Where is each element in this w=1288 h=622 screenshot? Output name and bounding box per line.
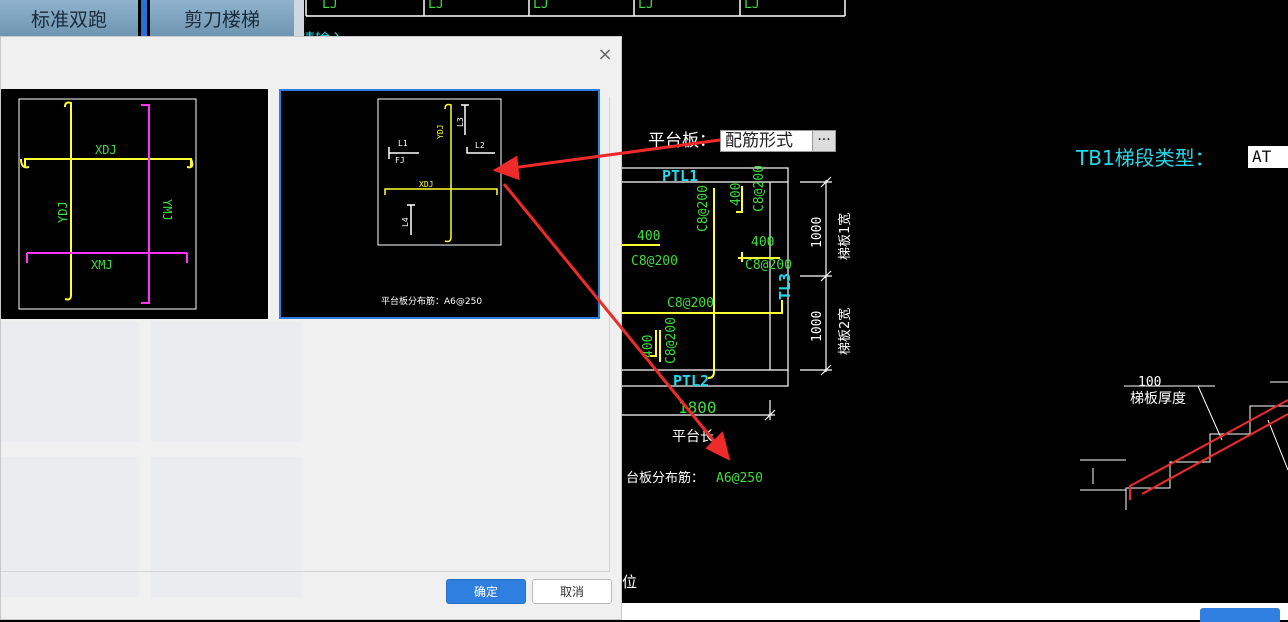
rebar-spec: C8@200 — [696, 185, 711, 232]
rebar-spec: C8@200 — [752, 165, 767, 212]
dim-100: 100 — [1138, 375, 1161, 390]
tab-standard-double-run[interactable]: 标准双跑 — [0, 0, 138, 36]
table-cell: LJ — [533, 0, 549, 12]
rebar-spec: C8@200 — [667, 296, 714, 311]
rebar-form-dialog: × XDJ XMJ YDJ YMJ L1 FJ L2 L3 L4 XDJ YDJ… — [0, 36, 622, 620]
tb1-type-field[interactable]: AT — [1248, 146, 1288, 168]
rebar-spec: C8@200 — [664, 317, 679, 364]
tl3-label: TL3 — [776, 273, 794, 300]
platform-plan-frame — [609, 167, 832, 421]
thumb1-label-top: XDJ — [95, 143, 117, 157]
width-label: 梯板1宽 — [837, 213, 853, 260]
platform-rebar-form-value: 配筋形式 — [725, 131, 793, 151]
rebar-form-1-diagram: XDJ XMJ YDJ YMJ — [18, 98, 197, 310]
thumb2-caption: 平台板分布筋：A6@250 — [381, 295, 482, 307]
thumb1-label-bottom: XMJ — [91, 258, 113, 272]
bottom-status-strip — [622, 603, 1288, 620]
thickness-label: 梯板厚度 — [1130, 391, 1186, 407]
table-cell: LJ — [428, 0, 444, 12]
cancel-button[interactable]: 取消 — [532, 579, 612, 604]
table-cell: LJ — [744, 0, 760, 12]
confirm-button[interactable]: 确定 — [446, 579, 526, 604]
ghost-panel — [151, 457, 301, 597]
thumb2-label-l1: L1 — [398, 139, 408, 148]
dim-400: 400 — [637, 229, 660, 244]
ptl1-label: PTL1 — [662, 167, 698, 185]
ghost-panel — [1, 457, 139, 597]
rebar-form-2-diagram: L1 FJ L2 L3 L4 XDJ YDJ 平台板分布筋：A6@250 — [377, 98, 502, 307]
platform-rebar-form-field[interactable]: 配筋形式 ··· — [720, 130, 836, 152]
platform-label: 平台板： — [648, 131, 716, 151]
close-icon[interactable]: × — [597, 46, 613, 64]
dim-400: 400 — [641, 335, 656, 358]
thumb2-label-l3: L3 — [456, 117, 465, 127]
table-cell: LJ — [638, 0, 654, 12]
dialog-scroll-edge — [609, 97, 610, 572]
more-options-button[interactable]: ··· — [812, 131, 835, 151]
thumb2-label-ydj: YDJ — [436, 125, 445, 139]
dim-1000: 1000 — [810, 217, 825, 248]
thumb2-label-l4: L4 — [401, 217, 410, 227]
thumb1-label-left: YDJ — [56, 201, 70, 223]
platform-width-label: 平台长 — [672, 429, 714, 445]
thumb2-label-fj: FJ — [395, 156, 405, 165]
width-label: 梯板2宽 — [837, 308, 853, 355]
tab-gap — [294, 0, 304, 36]
position-text: 位 — [622, 573, 637, 591]
rebar-form-option-1[interactable]: XDJ XMJ YDJ YMJ — [1, 89, 268, 319]
distribution-value: A6@250 — [716, 471, 763, 486]
ghost-panel — [1, 322, 139, 442]
dim-400: 400 — [751, 235, 774, 250]
thumb2-label-xdj: XDJ — [419, 180, 433, 189]
table-cell: LJ — [322, 0, 338, 12]
thumb2-label-l2: L2 — [475, 141, 485, 150]
thumb1-label-right: YMJ — [160, 199, 174, 221]
tab-divider — [141, 0, 147, 36]
ptl2-label: PTL2 — [673, 372, 709, 390]
ghost-panel — [151, 322, 301, 442]
rebar-spec: C8@200 — [745, 258, 792, 273]
dim-400: 400 — [729, 183, 744, 206]
dim-1000: 1000 — [810, 311, 825, 342]
dim-1800: 1800 — [678, 398, 717, 417]
tab-scissor-stair[interactable]: 剪刀楼梯 — [150, 0, 294, 36]
tb1-label: TB1梯段类型： — [1075, 146, 1215, 170]
rebar-form-option-2[interactable]: L1 FJ L2 L3 L4 XDJ YDJ 平台板分布筋：A6@250 — [279, 89, 600, 319]
top-table — [305, 0, 846, 17]
distribution-label: 台板分布筋： — [626, 470, 704, 486]
dialog-separator — [1, 571, 610, 572]
rebar-spec: C8@200 — [631, 254, 678, 269]
